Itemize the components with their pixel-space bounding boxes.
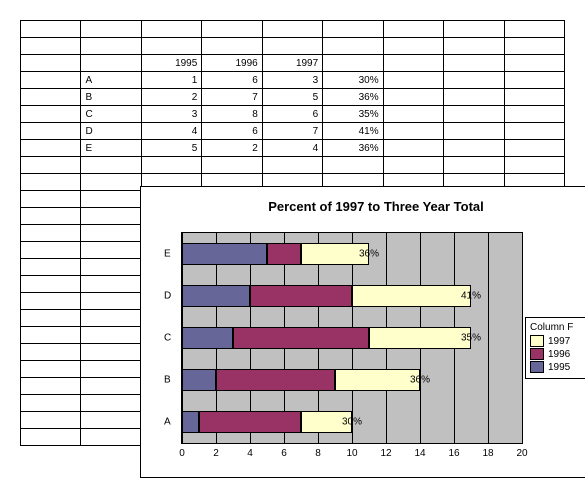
cell[interactable]: 3: [262, 72, 322, 89]
legend-item: 1995: [530, 361, 585, 373]
col-header: 1995: [141, 55, 201, 72]
row-label: C: [81, 106, 141, 123]
cell[interactable]: 6: [202, 123, 262, 140]
cell[interactable]: 6: [262, 106, 322, 123]
cell[interactable]: 41%: [323, 123, 383, 140]
cell[interactable]: 2: [141, 89, 201, 106]
bar: [182, 327, 471, 349]
cell[interactable]: 5: [141, 140, 201, 157]
data-label: 36%: [359, 249, 379, 260]
y-tick-label: D: [164, 291, 171, 302]
legend-item: 1996: [530, 348, 585, 360]
cell[interactable]: 36%: [323, 89, 383, 106]
cell[interactable]: 1: [141, 72, 201, 89]
x-tick-label: 10: [346, 448, 357, 459]
bar: [182, 369, 420, 391]
x-tick-label: 12: [380, 448, 391, 459]
x-tick-label: 0: [179, 448, 185, 459]
row-label: B: [81, 89, 141, 106]
row-label: A: [81, 72, 141, 89]
x-tick-label: 4: [247, 448, 253, 459]
x-tick-label: 14: [414, 448, 425, 459]
data-label: 35%: [461, 333, 481, 344]
y-tick-label: E: [164, 249, 171, 260]
data-label: 36%: [410, 375, 430, 386]
chart-title: Percent of 1997 to Three Year Total: [141, 187, 585, 222]
cell[interactable]: 5: [262, 89, 322, 106]
cell[interactable]: 8: [202, 106, 262, 123]
legend-title: Column F: [530, 322, 585, 333]
x-tick-label: 20: [516, 448, 527, 459]
y-tick-label: B: [164, 375, 171, 386]
cell[interactable]: 4: [262, 140, 322, 157]
spreadsheet: 1995 1996 1997 A 1 6 3 30% B 2 7 5 36% C…: [20, 20, 565, 446]
cell[interactable]: 4: [141, 123, 201, 140]
cell[interactable]: 30%: [323, 72, 383, 89]
cell[interactable]: 7: [202, 89, 262, 106]
cell[interactable]: 36%: [323, 140, 383, 157]
x-tick-label: 2: [213, 448, 219, 459]
cell[interactable]: 3: [141, 106, 201, 123]
chart[interactable]: Percent of 1997 to Three Year Total 0246…: [140, 186, 585, 478]
cell[interactable]: 2: [202, 140, 262, 157]
bar: [182, 411, 352, 433]
col-header: 1997: [262, 55, 322, 72]
y-tick-label: A: [164, 417, 171, 428]
x-tick-label: 8: [315, 448, 321, 459]
legend: Column F 1997 1996 1995: [525, 317, 585, 379]
cell[interactable]: 35%: [323, 106, 383, 123]
row-label: E: [81, 140, 141, 157]
x-tick-label: 18: [482, 448, 493, 459]
col-header: 1996: [202, 55, 262, 72]
y-tick-label: C: [164, 333, 171, 344]
bar: [182, 285, 471, 307]
legend-item: 1997: [530, 335, 585, 347]
x-tick-label: 6: [281, 448, 287, 459]
cell[interactable]: 6: [202, 72, 262, 89]
data-label: 41%: [461, 291, 481, 302]
plot-area: 02468101214161820A30%B36%C35%D41%E36%: [181, 232, 523, 444]
row-label: D: [81, 123, 141, 140]
x-tick-label: 16: [448, 448, 459, 459]
data-label: 30%: [342, 417, 362, 428]
bar: [182, 243, 369, 265]
cell[interactable]: 7: [262, 123, 322, 140]
